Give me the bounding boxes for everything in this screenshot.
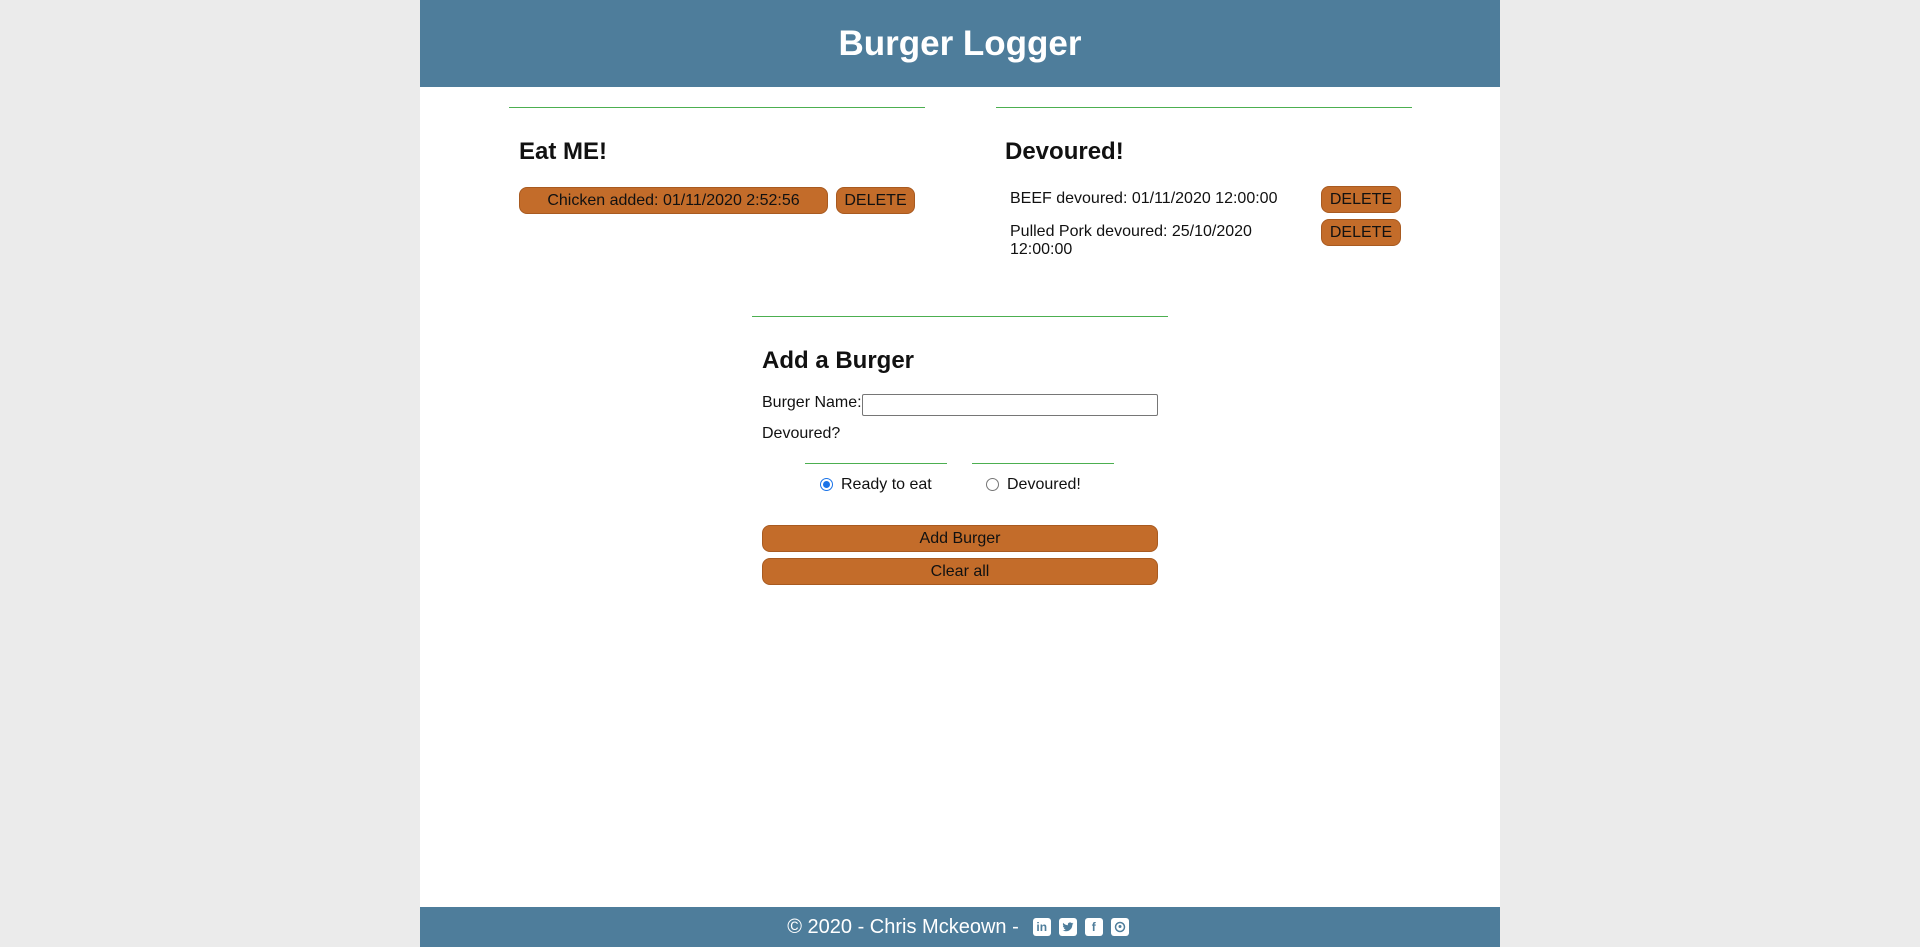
footer-copyright: © 2020 - Chris Mckeown - [787,915,1019,938]
devoured-radio-label[interactable]: Devoured! [1007,476,1081,494]
add-burger-divider [752,316,1168,317]
page-footer: © 2020 - Chris Mckeown - in f [420,907,1500,947]
facebook-icon[interactable]: f [1084,918,1103,936]
devoured-divider [996,107,1412,108]
add-burger-title: Add a Burger [762,347,915,374]
delete-button[interactable]: DELETE [1321,186,1401,213]
radio-divider [805,463,947,464]
delete-button[interactable]: DELETE [1321,219,1401,246]
eat-me-divider [509,107,925,108]
twitter-icon[interactable] [1058,918,1077,936]
burger-name-input[interactable] [862,394,1158,416]
page-container: Burger Logger Eat ME! Chicken added: 01/… [420,0,1500,947]
add-burger-button[interactable]: Add Burger [762,525,1158,552]
burger-name-label: Burger Name: [762,394,862,411]
eat-burger-button[interactable]: Chicken added: 01/11/2020 2:52:56 [519,187,828,214]
devoured-item-text: Pulled Pork devoured: 25/10/2020 [1010,223,1252,240]
devoured-item: Pulled Pork devoured: 25/10/2020 12:00:0… [1010,223,1290,259]
page-header: Burger Logger [420,0,1500,87]
radio-divider [972,463,1114,464]
page-title: Burger Logger [838,23,1082,63]
devoured-item-text: BEEF devoured: 01/11/2020 12:00:00 [1010,190,1278,207]
github-icon[interactable] [1110,918,1129,936]
delete-button[interactable]: DELETE [836,187,915,214]
devoured-item-text-cont: 12:00:00 [1010,241,1073,258]
linkedin-icon[interactable]: in [1032,918,1051,936]
clear-all-button[interactable]: Clear all [762,558,1158,585]
ready-to-eat-label[interactable]: Ready to eat [841,476,932,494]
devoured-question-label: Devoured? [762,425,841,442]
devoured-title: Devoured! [1005,138,1124,165]
devoured-radio[interactable] [986,478,999,491]
ready-to-eat-radio[interactable] [820,478,833,491]
eat-me-title: Eat ME! [519,138,608,165]
devoured-item: BEEF devoured: 01/11/2020 12:00:00 [1010,190,1290,208]
